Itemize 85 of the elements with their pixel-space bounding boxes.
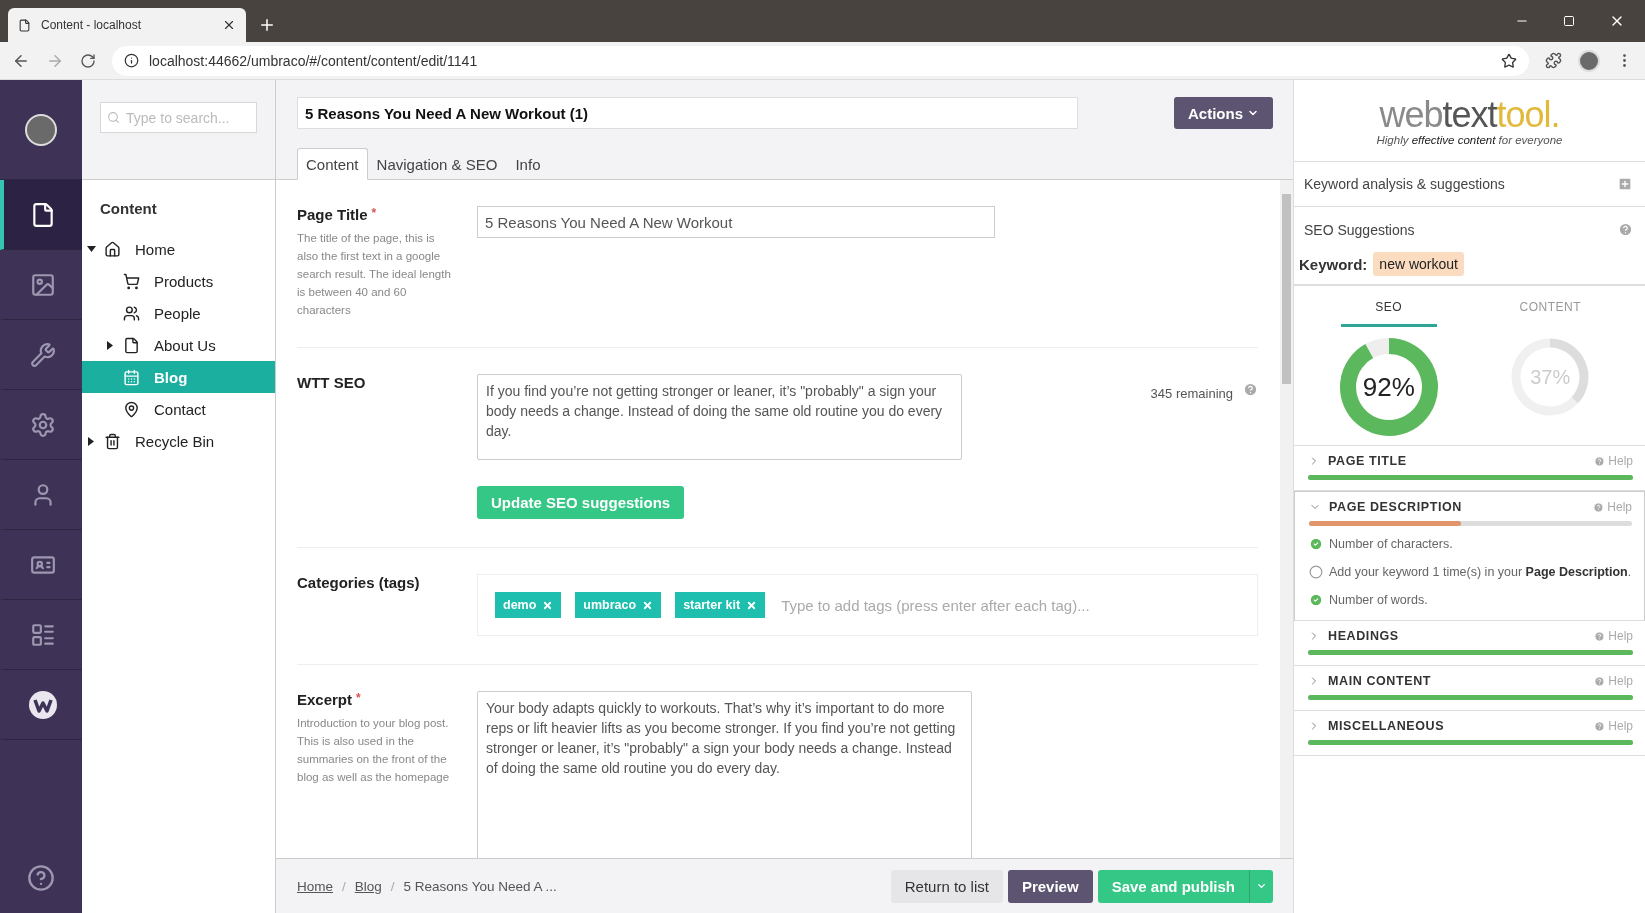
field-description: The title of the page, this is also the first text in a google search result. The ideal length is between 40 and 60 characters [297, 231, 451, 318]
editor-tab[interactable]: Navigation & SEO [367, 148, 507, 180]
help-icon [1594, 720, 1606, 732]
breadcrumb-current: 5 Reasons You Need A ... [403, 878, 557, 894]
keyword-label: Keyword: [1299, 255, 1368, 273]
tree-heading: Content [99, 199, 158, 219]
actions-button[interactable]: Actions [1174, 97, 1273, 129]
image-icon [30, 271, 56, 298]
suggestion-text: Number of words. [1329, 592, 1428, 609]
breadcrumb-separator: / [390, 878, 395, 894]
map-pin-icon [123, 400, 140, 418]
cart-icon [123, 272, 140, 290]
tree-item[interactable]: Recycle Bin [82, 425, 275, 457]
logo-tagline: Highly effective content for everyone [1376, 133, 1563, 146]
help-icon [1593, 501, 1605, 513]
collapsed-triangle-icon[interactable] [88, 436, 94, 446]
ring-remainder [1365, 338, 1390, 359]
tree-item[interactable]: Home [82, 233, 275, 265]
page-icon [123, 336, 140, 354]
field-label: Page Title [297, 206, 368, 223]
remove-icon[interactable] [542, 599, 554, 611]
breadcrumb-link[interactable]: Blog [354, 878, 382, 894]
wrench-icon [30, 341, 56, 368]
help-icon[interactable] [27, 864, 55, 892]
profile-avatar[interactable] [1578, 49, 1600, 72]
address-bar[interactable]: localhost:44662/umbraco/#/content/content/edit/1141 [112, 45, 1529, 76]
browser-tab[interactable]: Content - localhost [8, 8, 246, 42]
reload-icon[interactable] [80, 52, 96, 69]
preview-button[interactable]: Preview [1007, 869, 1093, 903]
breadcrumb-link[interactable]: Home [297, 878, 333, 894]
scrollbar[interactable] [1280, 180, 1293, 858]
settings-icon [30, 411, 56, 438]
people-icon [123, 304, 140, 322]
editor-tab[interactable]: Content [297, 148, 368, 180]
seo-text-area[interactable]: If you find you’re not getting stronger or leaner, it’s "probably" a sign your body needs a change. Instead of doing the same old routine you do every day. [477, 374, 962, 460]
expanded-triangle-icon[interactable] [86, 246, 96, 252]
field-label: Categories (tags) [297, 574, 420, 591]
webtexttool-logo: webtexttool. [1379, 95, 1560, 134]
score-value: 92% [1362, 371, 1415, 403]
suggestion-text: Number of characters. [1329, 536, 1453, 553]
help-icon [1594, 630, 1606, 642]
field-label: Excerpt [297, 691, 353, 708]
tree-item[interactable]: People [82, 297, 275, 329]
collapsed-triangle-icon[interactable] [107, 340, 113, 350]
field-description: Introduction to your blog post. This is also used in the summaries on the front of the blog as well as the homepage [297, 716, 451, 785]
section-nav-item[interactable] [0, 180, 82, 250]
score-tab[interactable]: SEO [1340, 286, 1437, 327]
help-icon [1594, 675, 1606, 687]
circle-logo-icon [28, 689, 58, 720]
required-marker: * [356, 691, 361, 707]
close-icon[interactable] [222, 18, 236, 32]
document-icon [30, 201, 56, 228]
home-icon [104, 240, 121, 258]
panel-heading: SEO Suggestions [1304, 221, 1415, 238]
new-tab-icon[interactable] [258, 16, 276, 34]
suggestion-text: Add your keyword 1 time(s) in your Page Description. [1329, 564, 1632, 581]
document-name-field[interactable]: 5 Reasons You Need A New Workout (1) [297, 97, 1078, 129]
remove-icon[interactable] [642, 599, 654, 611]
characters-remaining: 345 remaining [1150, 386, 1233, 401]
remove-icon[interactable] [746, 599, 758, 611]
page-title-field[interactable]: 5 Reasons You Need A New Workout [477, 206, 995, 238]
tree-item[interactable]: About Us [82, 329, 275, 361]
required-marker: * [371, 206, 377, 222]
trash-icon [104, 432, 121, 450]
info-icon [124, 53, 139, 68]
user-avatar[interactable] [25, 113, 57, 146]
expand-icon[interactable] [1617, 176, 1633, 192]
maximize-icon[interactable] [1563, 15, 1575, 27]
tree-item[interactable]: Contact [82, 393, 275, 425]
editor-tab[interactable]: Info [506, 148, 550, 180]
tag-input-placeholder: Type to add tags (press enter after each tag)... [781, 596, 1090, 614]
panel-heading: Keyword analysis & suggestions [1304, 176, 1505, 192]
search-icon [107, 111, 120, 124]
breadcrumb-separator: / [342, 878, 346, 894]
form-icon [30, 621, 56, 648]
field-label: WTT SEO [297, 374, 366, 391]
more-options-button[interactable] [1249, 869, 1273, 903]
keyword-chip: new workout [1373, 252, 1464, 276]
tree-item[interactable]: Products [82, 265, 275, 297]
return-to-list-button[interactable]: Return to list [890, 869, 1003, 903]
help-icon [1594, 455, 1606, 467]
extension-icon[interactable] [1545, 52, 1562, 69]
page-icon [18, 18, 31, 32]
calendar-icon [123, 368, 140, 386]
bookmark-star-icon[interactable] [1501, 52, 1517, 69]
